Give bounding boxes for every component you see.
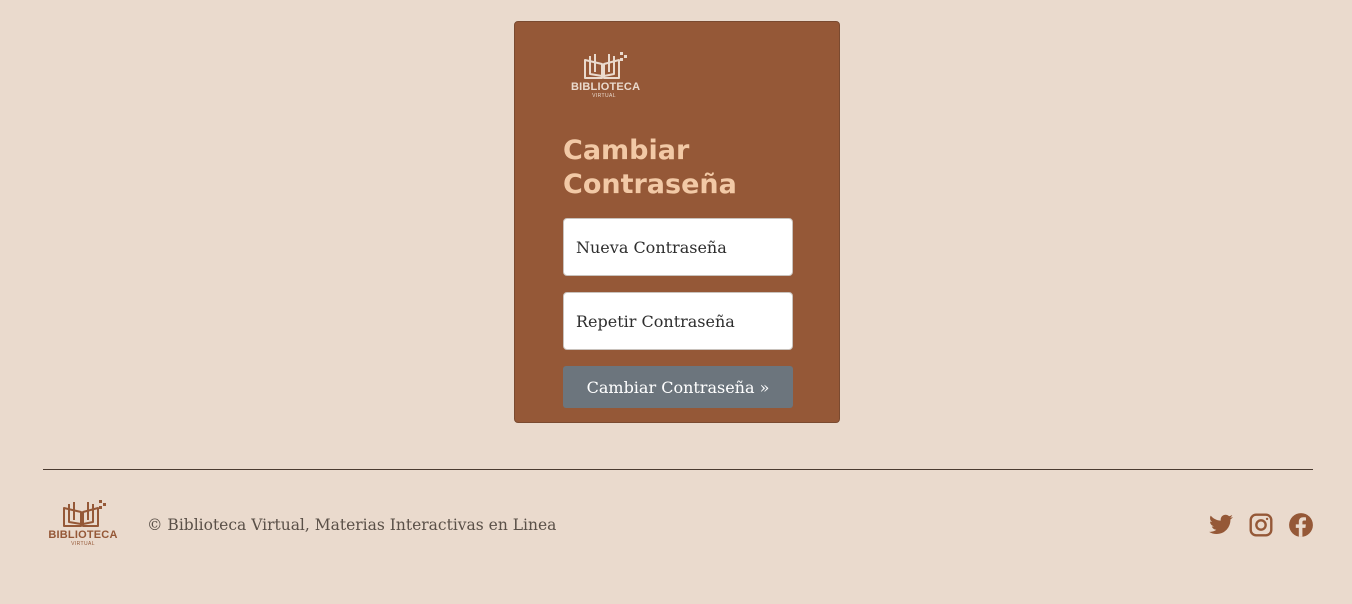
- brand-name: BIBLIOTECA: [571, 81, 641, 93]
- footer-brand-subtitle: VIRTUAL: [71, 541, 95, 547]
- brand-subtitle: VIRTUAL: [592, 93, 616, 99]
- twitter-icon[interactable]: [1208, 512, 1234, 538]
- page-title: Cambiar Contraseña: [563, 135, 737, 200]
- change-password-card: BIBLIOTECA VIRTUAL Cambiar Contraseña Ca…: [514, 21, 840, 423]
- change-password-button[interactable]: Cambiar Contraseña »: [563, 366, 793, 408]
- facebook-icon[interactable]: [1288, 512, 1314, 538]
- copyright-text: © Biblioteca Virtual, Materias Interacti…: [147, 516, 557, 534]
- footer-brand-name: BIBLIOTECA: [48, 529, 118, 541]
- repeat-password-input[interactable]: [563, 292, 793, 350]
- brand-logo: BIBLIOTECA VIRTUAL: [571, 52, 641, 108]
- footer-divider: [43, 469, 1313, 470]
- new-password-input[interactable]: [563, 218, 793, 276]
- instagram-icon[interactable]: [1248, 512, 1274, 538]
- footer-brand-logo: BIBLIOTECA VIRTUAL: [48, 500, 118, 554]
- book-icon: [63, 500, 106, 527]
- book-icon: [584, 52, 627, 79]
